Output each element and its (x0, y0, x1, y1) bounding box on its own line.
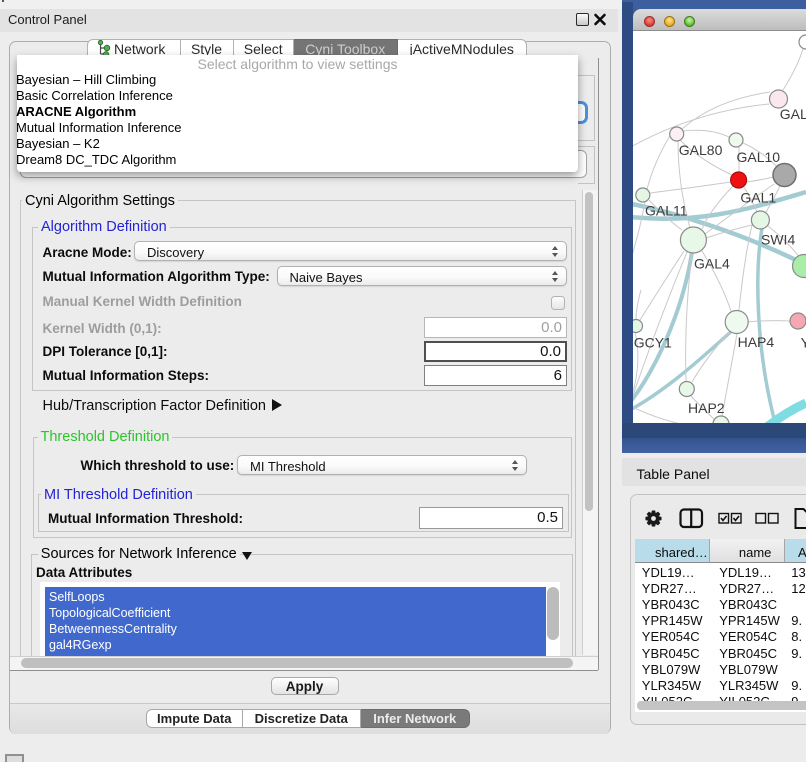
svg-text:GAL11: GAL11 (645, 203, 688, 219)
svg-text:HAP4: HAP4 (738, 334, 775, 350)
svg-text:GAL1: GAL1 (740, 190, 776, 206)
svg-text:GAL80: GAL80 (679, 142, 723, 158)
svg-text:GAL4: GAL4 (694, 256, 730, 272)
svg-text:GAL10: GAL10 (737, 149, 781, 165)
svg-text:HAP2: HAP2 (688, 400, 725, 416)
svg-text:SWI4: SWI4 (761, 232, 795, 248)
svg-text:GAL7: GAL7 (780, 106, 806, 122)
svg-text:GCY1: GCY1 (634, 335, 672, 351)
svg-text:Y: Y (801, 335, 806, 351)
